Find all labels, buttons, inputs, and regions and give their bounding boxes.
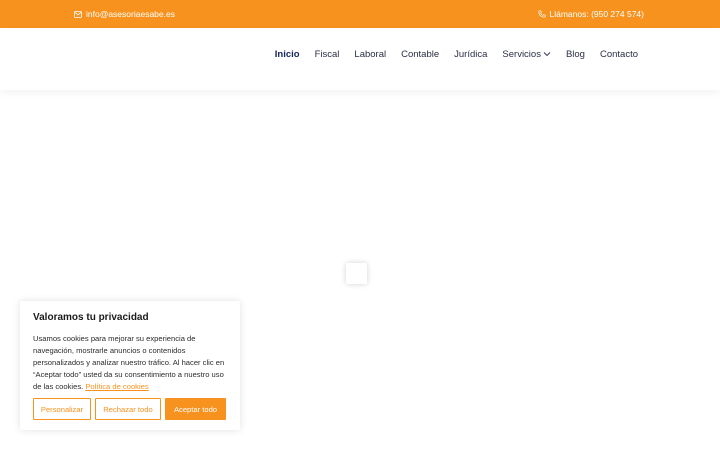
phone-icon bbox=[538, 10, 547, 18]
email-link[interactable]: info@asesoriaesabe.es bbox=[74, 9, 175, 19]
main-nav: Inicio Fiscal Laboral Contable Jurídica … bbox=[275, 49, 638, 60]
reject-all-button[interactable]: Rechazar todo bbox=[95, 398, 161, 420]
nav-item-juridica[interactable]: Jurídica bbox=[454, 49, 487, 60]
nav-item-servicios[interactable]: Servicios bbox=[502, 49, 551, 60]
cookie-policy-link[interactable]: Política de cookies bbox=[85, 382, 148, 391]
phone-link[interactable]: Llámanos: (950 274 574) bbox=[538, 9, 644, 19]
cookie-banner: Valoramos tu privacidad Usamos cookies p… bbox=[20, 301, 240, 430]
customize-button[interactable]: Personalizar bbox=[33, 398, 91, 420]
nav-item-contable[interactable]: Contable bbox=[401, 49, 439, 60]
phone-text: Llámanos: (950 274 574) bbox=[549, 9, 644, 19]
nav-item-fiscal[interactable]: Fiscal bbox=[315, 49, 340, 60]
nav-item-laboral[interactable]: Laboral bbox=[354, 49, 386, 60]
accept-all-button[interactable]: Aceptar todo bbox=[165, 398, 226, 420]
site-header: Inicio Fiscal Laboral Contable Jurídica … bbox=[0, 28, 720, 90]
cookie-title: Valoramos tu privacidad bbox=[33, 312, 149, 323]
cookie-actions: Personalizar Rechazar todo Aceptar todo bbox=[33, 398, 226, 420]
mail-icon bbox=[74, 10, 82, 18]
top-bar: info@asesoriaesabe.es Llámanos: (950 274… bbox=[0, 0, 720, 28]
nav-item-servicios-label: Servicios bbox=[502, 49, 541, 60]
chevron-down-icon bbox=[543, 49, 551, 60]
nav-item-inicio[interactable]: Inicio bbox=[275, 49, 300, 60]
nav-item-contacto[interactable]: Contacto bbox=[600, 49, 638, 60]
cookie-description: Usamos cookies para mejorar su experienc… bbox=[33, 333, 227, 393]
nav-item-blog[interactable]: Blog bbox=[566, 49, 585, 60]
loading-spinner bbox=[346, 263, 367, 284]
email-text: info@asesoriaesabe.es bbox=[86, 9, 175, 19]
